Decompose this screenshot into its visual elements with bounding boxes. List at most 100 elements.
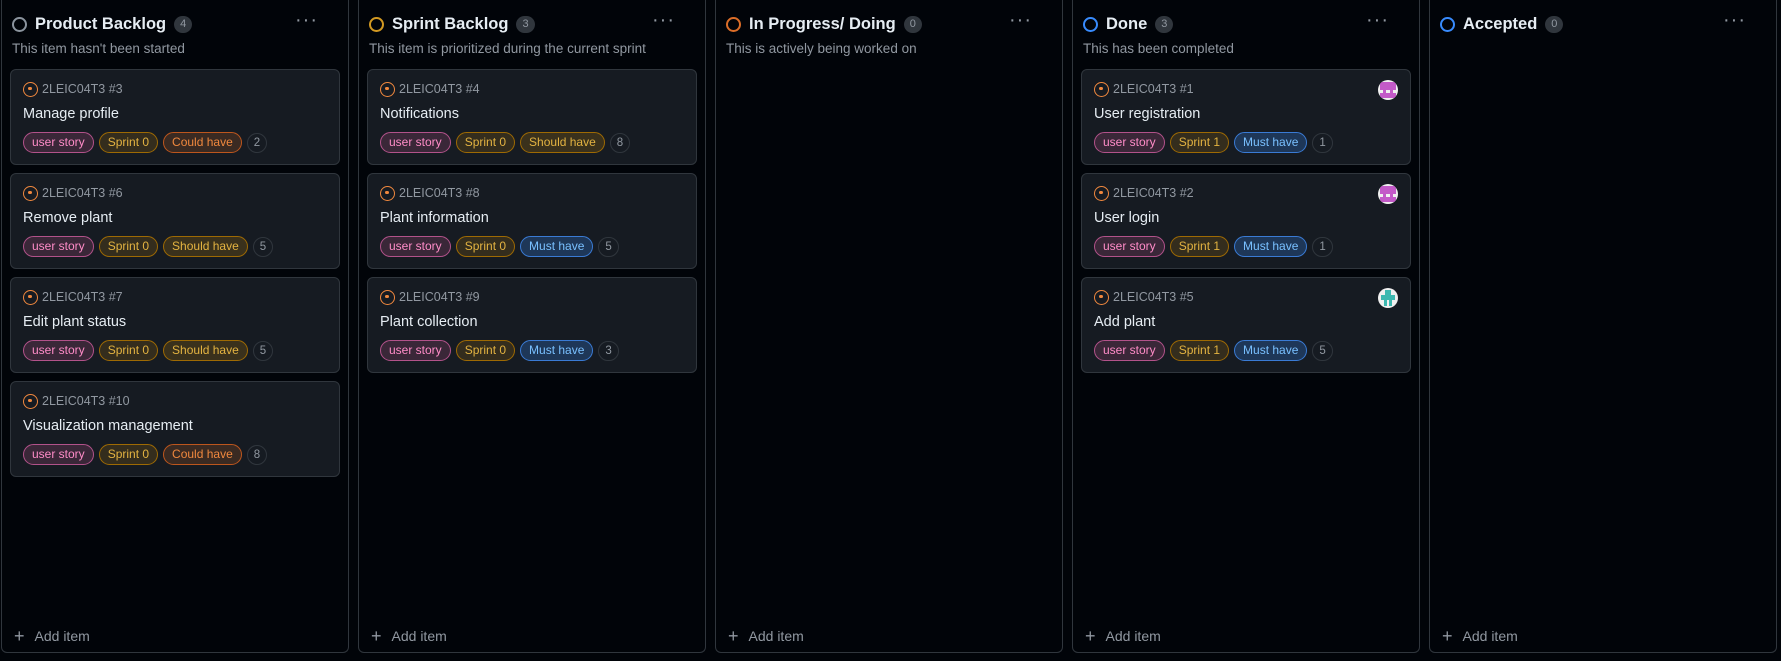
column-title: In Progress/ Doing: [749, 14, 896, 33]
label-priority: Could have: [163, 132, 242, 153]
issue-ref[interactable]: 2LEIC04T3 #9: [399, 290, 480, 304]
card-issue-5[interactable]: 2LEIC04T3 #5 Add plant user story Sprint…: [1081, 277, 1411, 373]
card-issue-1[interactable]: 2LEIC04T3 #1 User registration user stor…: [1081, 69, 1411, 165]
column-accepted: Accepted 0 ··· + Add item: [1429, 0, 1777, 653]
column-product-backlog: Product Backlog 4 ··· This item hasn't b…: [1, 0, 349, 653]
add-item-label: Add item: [391, 628, 447, 644]
label-priority: Must have: [1234, 340, 1308, 361]
label-sprint: Sprint 1: [1169, 340, 1230, 361]
more-options-icon[interactable]: ···: [295, 10, 318, 33]
open-issue-icon: [1094, 289, 1109, 305]
status-circle-icon: [1083, 16, 1098, 32]
label-sprint: Sprint 0: [455, 340, 516, 361]
label-type: user story: [23, 444, 94, 465]
card-title[interactable]: User registration: [1094, 106, 1398, 124]
add-item-button[interactable]: + Add item: [728, 626, 804, 646]
column-count: 0: [1545, 15, 1564, 33]
issue-ref[interactable]: 2LEIC04T3 #2: [1113, 186, 1194, 200]
assignee-avatar[interactable]: [1378, 80, 1398, 100]
label-type: user story: [1094, 340, 1165, 361]
issue-ref[interactable]: 2LEIC04T3 #6: [42, 186, 123, 200]
status-circle-icon: [1440, 16, 1455, 32]
issue-ref[interactable]: 2LEIC04T3 #3: [42, 82, 123, 96]
estimate-badge: 2: [246, 132, 268, 153]
issue-ref[interactable]: 2LEIC04T3 #10: [42, 394, 130, 408]
column-header: Sprint Backlog 3 ···: [367, 10, 697, 36]
open-issue-icon: [23, 393, 38, 409]
issue-ref[interactable]: 2LEIC04T3 #4: [399, 82, 480, 96]
column-title: Product Backlog: [35, 14, 167, 33]
label-sprint: Sprint 0: [98, 236, 159, 257]
issue-ref[interactable]: 2LEIC04T3 #8: [399, 186, 480, 200]
issue-ref[interactable]: 2LEIC04T3 #1: [1113, 82, 1194, 96]
add-item-button[interactable]: + Add item: [1442, 626, 1518, 646]
status-circle-icon: [369, 16, 384, 32]
column-sprint-backlog: Sprint Backlog 3 ··· This item is priori…: [358, 0, 706, 653]
column-description: [1440, 41, 1768, 58]
card-title[interactable]: Visualization management: [23, 418, 327, 436]
open-issue-icon: [1094, 185, 1109, 201]
column-description: This is actively being worked on: [726, 41, 917, 56]
assignee-avatar[interactable]: [1378, 184, 1398, 204]
estimate-badge: 1: [1312, 132, 1333, 153]
card-issue-6[interactable]: 2LEIC04T3 #6 Remove plant user story Spr…: [10, 173, 340, 269]
card-title[interactable]: Remove plant: [23, 210, 327, 228]
card-title[interactable]: Edit plant status: [23, 314, 327, 332]
card-title[interactable]: Add plant: [1094, 314, 1398, 332]
label-priority: Must have: [520, 340, 594, 361]
plus-icon: +: [728, 626, 739, 646]
open-issue-icon: [23, 81, 38, 97]
open-issue-icon: [23, 289, 38, 305]
card-issue-2[interactable]: 2LEIC04T3 #2 User login user story Sprin…: [1081, 173, 1411, 269]
card-issue-3[interactable]: 2LEIC04T3 #3 Manage profile user story S…: [10, 69, 340, 165]
label-type: user story: [1094, 236, 1165, 257]
card-issue-7[interactable]: 2LEIC04T3 #7 Edit plant status user stor…: [10, 277, 340, 373]
issue-ref[interactable]: 2LEIC04T3 #7: [42, 290, 123, 304]
plus-icon: +: [1442, 626, 1453, 646]
status-circle-icon: [12, 16, 27, 32]
column-count: 3: [1155, 15, 1174, 33]
estimate-badge: 5: [598, 236, 619, 257]
card-issue-8[interactable]: 2LEIC04T3 #8 Plant information user stor…: [367, 173, 697, 269]
more-options-icon[interactable]: ···: [652, 10, 675, 33]
estimate-badge: 3: [598, 340, 619, 361]
label-type: user story: [380, 236, 451, 257]
card-title[interactable]: Notifications: [380, 106, 684, 124]
more-options-icon[interactable]: ···: [1723, 10, 1746, 33]
column-header: Accepted 0 ···: [1438, 10, 1768, 36]
add-item-button[interactable]: + Add item: [371, 627, 447, 645]
column-description: This item hasn't been started: [12, 41, 185, 56]
add-item-label: Add item: [748, 628, 804, 644]
column-count: 3: [516, 15, 535, 33]
estimate-badge: 8: [609, 132, 631, 153]
column-header: In Progress/ Doing 0 ···: [724, 10, 1054, 36]
more-options-icon[interactable]: ···: [1366, 10, 1389, 33]
label-type: user story: [23, 340, 94, 361]
column-header: Done 3 ···: [1081, 10, 1411, 36]
assignee-avatar[interactable]: [1378, 288, 1398, 308]
column-title: Done: [1106, 14, 1148, 33]
card-issue-10[interactable]: 2LEIC04T3 #10 Visualization management u…: [10, 381, 340, 477]
card-issue-4[interactable]: 2LEIC04T3 #4 Notifications user story Sp…: [367, 69, 697, 165]
label-sprint: Sprint 0: [98, 444, 159, 465]
card-title[interactable]: Plant information: [380, 210, 684, 228]
label-type: user story: [380, 340, 451, 361]
label-priority: Should have: [520, 132, 605, 153]
card-title[interactable]: User login: [1094, 210, 1398, 228]
label-sprint: Sprint 1: [1169, 132, 1230, 153]
issue-ref[interactable]: 2LEIC04T3 #5: [1113, 290, 1194, 304]
estimate-badge: 5: [252, 236, 274, 257]
open-issue-icon: [380, 289, 395, 305]
status-circle-icon: [726, 16, 741, 32]
card-issue-9[interactable]: 2LEIC04T3 #9 Plant collection user story…: [367, 277, 697, 373]
open-issue-icon: [1094, 81, 1109, 97]
add-item-button[interactable]: + Add item: [14, 627, 90, 645]
column-description: This item is prioritized during the curr…: [369, 41, 646, 56]
column-title: Accepted: [1463, 14, 1538, 33]
more-options-icon[interactable]: ···: [1009, 10, 1032, 33]
card-title[interactable]: Plant collection: [380, 314, 684, 332]
label-sprint: Sprint 0: [98, 132, 159, 153]
column-in-progress: In Progress/ Doing 0 ··· This is activel…: [715, 0, 1063, 653]
add-item-button[interactable]: + Add item: [1085, 627, 1161, 645]
card-title[interactable]: Manage profile: [23, 106, 327, 124]
